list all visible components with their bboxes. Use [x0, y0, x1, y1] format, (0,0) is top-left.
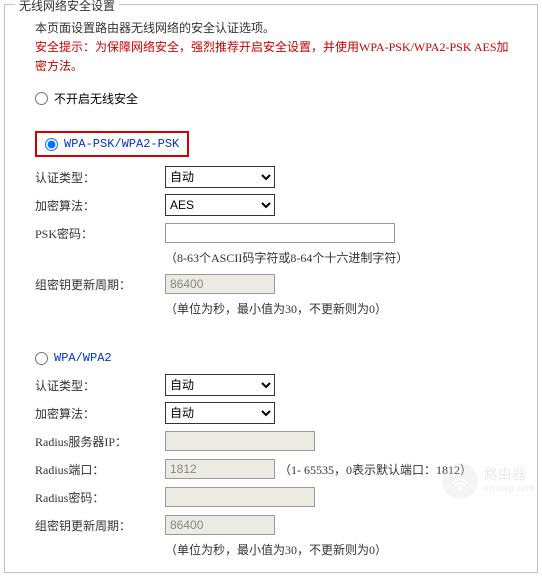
highlighted-box: WPA-PSK/WPA2-PSK	[35, 131, 189, 157]
radius-pw-label: Radius密码：	[35, 489, 165, 506]
auth-type-select-2[interactable]: 自动	[165, 374, 275, 396]
radius-ip-input	[165, 431, 315, 451]
option-none-row: 不开启无线安全	[35, 88, 519, 109]
security-warning: 安全提示：为保障网络安全，强烈推荐开启安全设置，并使用WPA-PSK/WPA2-…	[35, 38, 519, 76]
algo-row-1: 加密算法： AES	[35, 193, 519, 217]
option-wpapsk-row: WPA-PSK/WPA2-PSK	[35, 129, 519, 159]
option-wpa-row: WPA/WPA2	[35, 349, 519, 367]
psk-label: PSK密码：	[35, 225, 165, 242]
radius-port-input	[165, 459, 275, 479]
auth-type-label: 认证类型：	[35, 169, 165, 186]
intro-text: 本页面设置路由器无线网络的安全认证选项。	[35, 19, 519, 36]
radius-ip-row: Radius服务器IP：	[35, 429, 519, 453]
panel-title: 无线网络安全设置	[15, 0, 119, 14]
algo-row-2: 加密算法： 自动	[35, 401, 519, 425]
psk-input[interactable]	[165, 223, 395, 243]
group-key-input-2	[165, 515, 275, 535]
radius-pw-input	[165, 487, 315, 507]
auth-type-select-1[interactable]: 自动	[165, 166, 275, 188]
group-key-input-1	[165, 274, 275, 294]
algo-label-2: 加密算法：	[35, 405, 165, 422]
option-none-label: 不开启无线安全	[54, 90, 138, 107]
group-key-label-2: 组密钥更新周期：	[35, 517, 165, 534]
auth-type-row-2: 认证类型： 自动	[35, 373, 519, 397]
algo-select-1[interactable]: AES	[165, 194, 275, 216]
group-key-row-2: 组密钥更新周期：	[35, 513, 519, 537]
radius-port-label: Radius端口：	[35, 461, 165, 478]
psk-row: PSK密码：	[35, 221, 519, 245]
auth-type-row-1: 认证类型： 自动	[35, 165, 519, 189]
algo-label: 加密算法：	[35, 197, 165, 214]
radio-none[interactable]	[35, 92, 48, 105]
algo-select-2[interactable]: 自动	[165, 402, 275, 424]
group-key-hint-2: （单位为秒，最小值为30，不更新则为0）	[165, 541, 519, 558]
group-key-hint-1: （单位为秒，最小值为30，不更新则为0）	[165, 300, 519, 317]
group-key-label-1: 组密钥更新周期：	[35, 276, 165, 293]
option-wpa-label: WPA/WPA2	[54, 351, 112, 365]
watermark: 路由器 luyouqi.com	[442, 463, 534, 499]
router-icon	[442, 463, 478, 499]
auth-type-label-2: 认证类型：	[35, 377, 165, 394]
option-wpapsk-label: WPA-PSK/WPA2-PSK	[64, 137, 179, 151]
psk-hint: （8-63个ASCII码字符或8-64个十六进制字符）	[165, 249, 519, 266]
radio-wpa[interactable]	[35, 352, 48, 365]
watermark-name: 路由器	[484, 468, 534, 483]
radio-wpapsk[interactable]	[45, 138, 58, 151]
radius-ip-label: Radius服务器IP：	[35, 433, 165, 450]
watermark-url: luyouqi.com	[484, 483, 534, 494]
group-key-row-1: 组密钥更新周期：	[35, 272, 519, 296]
